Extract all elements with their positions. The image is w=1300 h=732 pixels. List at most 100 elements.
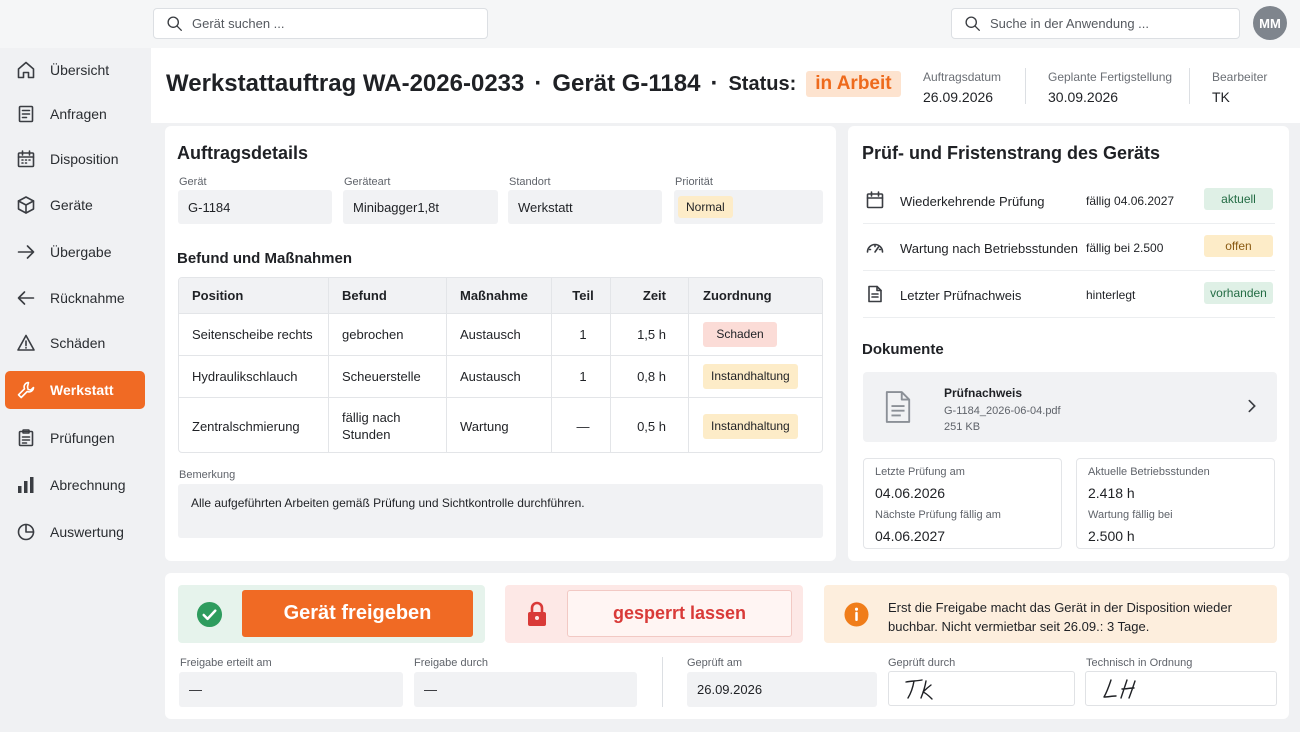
sidebar-item-pruefungen[interactable]: Prüfungen <box>5 419 145 457</box>
status-badge: vorhanden <box>1204 282 1273 304</box>
meta-value: TK <box>1212 89 1230 105</box>
field-label: Standort <box>509 176 551 188</box>
info-label: Wartung fällig bei <box>1088 509 1173 521</box>
cell-position: Hydraulikschlauch <box>192 369 298 384</box>
cell-position: Zentralschmierung <box>192 418 300 434</box>
app-search-placeholder: Suche in der Anwendung ... <box>990 16 1150 31</box>
priority-field[interactable]: Normal <box>674 190 823 224</box>
order-details-card: Auftragsdetails Gerät G-1184 Geräteart M… <box>165 126 836 561</box>
inspection-row[interactable]: Wiederkehrende Prüfung fällig 04.06.2027… <box>863 177 1275 224</box>
wrench-icon <box>17 381 35 399</box>
sidebar-item-ruecknahme[interactable]: Rücknahme <box>5 279 145 317</box>
cell-position: Seitenscheibe rechts <box>192 327 313 342</box>
search-icon <box>167 16 182 31</box>
cell-befund: gebrochen <box>342 327 404 342</box>
cell-zuordnung: Instandhaltung <box>703 356 798 397</box>
status-badge: in Arbeit <box>806 71 901 97</box>
sidebar-item-abrechnung[interactable]: Abrechnung <box>5 466 145 504</box>
sidebar-item-disposition[interactable]: Disposition <box>5 140 145 178</box>
release-notice: Erst die Freigabe macht das Gerät in der… <box>824 585 1277 643</box>
clipboard-icon <box>18 429 34 447</box>
keep-locked-button[interactable]: gesperrt lassen <box>567 590 792 637</box>
cell-befund: fällig nach Stunden <box>342 410 401 442</box>
table-row[interactable]: Zentralschmierung fällig nach Stunden Wa… <box>179 398 822 452</box>
table-row[interactable]: Hydraulikschlauch Scheuerstelle Austausc… <box>179 356 822 398</box>
column-header: Position <box>192 288 244 303</box>
divider <box>1025 68 1026 104</box>
assignee: Bearbeiter TK <box>1212 70 1267 105</box>
priority-badge: Normal <box>678 196 733 218</box>
lock-icon <box>528 601 546 626</box>
check-circle-icon <box>196 601 223 628</box>
remark-label: Bemerkung <box>179 469 236 481</box>
field-label: Geprüft durch <box>888 657 956 669</box>
document-filename: G-1184_2026-06-04.pdf <box>944 405 1061 417</box>
box-icon <box>17 196 35 214</box>
document-item[interactable]: Prüfnachweis G-1184_2026-06-04.pdf 251 K… <box>863 372 1277 442</box>
arrow-left-icon <box>17 291 35 305</box>
info-label: Aktuelle Betriebsstunden <box>1088 466 1210 478</box>
checked-date-field[interactable]: 26.09.2026 <box>687 672 877 707</box>
status-badge: offen <box>1204 235 1273 257</box>
inspection-name: Wiederkehrende Prüfung <box>900 194 1045 209</box>
technically-ok-signature-field[interactable] <box>1085 671 1277 706</box>
sidebar-item-schaeden[interactable]: Schäden <box>5 324 145 362</box>
warning-icon <box>17 334 35 351</box>
notice-line: buchbar. Nicht vermietbar seit 26.09.: 3… <box>888 619 1150 634</box>
sidebar-item-auswertung[interactable]: Auswertung <box>5 513 145 551</box>
info-value: 2.418 h <box>1088 485 1135 501</box>
order-number: Werkstattauftrag WA-2026-0233 <box>166 70 525 97</box>
assignment-badge-maintenance: Instandhaltung <box>703 413 798 439</box>
sidebar-item-uebersicht[interactable]: Übersicht <box>5 51 145 89</box>
info-value: 2.500 h <box>1088 528 1135 544</box>
sidebar-item-anfragen[interactable]: Anfragen <box>5 95 145 133</box>
page-header: Werkstattauftrag WA-2026-0233 · Gerät G-… <box>151 48 1300 123</box>
app-search-input[interactable]: Suche in der Anwendung ... <box>951 8 1240 39</box>
cell-befund: Scheuerstelle <box>342 369 421 384</box>
column-divider <box>610 278 611 452</box>
meta-label: Auftragsdatum <box>923 70 1002 84</box>
document-size: 251 KB <box>944 421 981 433</box>
sidebar-item-label: Schäden <box>50 335 106 351</box>
table-row[interactable]: Seitenscheibe rechts gebrochen Austausch… <box>179 314 822 356</box>
release-date-field[interactable]: — <box>179 672 403 707</box>
inspection-due: fällig bei 2.500 <box>1086 241 1164 255</box>
home-icon <box>17 61 35 79</box>
sidebar-item-label: Übergabe <box>50 244 112 260</box>
released-by-field[interactable]: — <box>414 672 637 707</box>
sidebar-item-geraete[interactable]: Geräte <box>5 186 145 224</box>
meta-label: Geplante Fertigstellung <box>1048 70 1173 84</box>
location-field[interactable]: Werkstatt <box>508 190 662 224</box>
cell-massnahme: Austausch <box>460 369 521 384</box>
documents-title: Dokumente <box>862 341 944 358</box>
sidebar-item-uebergabe[interactable]: Übergabe <box>5 233 145 271</box>
sidebar-item-werkstatt[interactable]: Werkstatt <box>5 371 145 409</box>
findings-table: Position Befund Maßnahme Teil Zeit Zuord… <box>178 277 823 453</box>
file-icon <box>868 285 882 303</box>
remark-field[interactable]: Alle aufgeführten Arbeiten gemäß Prüfung… <box>178 484 823 538</box>
checked-by-signature-field[interactable] <box>888 671 1075 706</box>
meta-value: 26.09.2026 <box>923 89 994 105</box>
gauge-icon <box>866 243 884 253</box>
device-search-input[interactable]: Gerät suchen ... <box>153 8 488 39</box>
column-header: Teil <box>572 288 594 303</box>
info-label: Letzte Prüfung am <box>875 466 965 478</box>
release-device-button[interactable]: Gerät freigeben <box>242 590 473 637</box>
inspection-row[interactable]: Wartung nach Betriebsstunden fällig bei … <box>863 224 1275 271</box>
meta-label: Bearbeiter <box>1212 70 1268 84</box>
sidebar: Übersicht Anfragen Disposition Geräte Üb… <box>0 48 151 732</box>
status-badge: aktuell <box>1204 188 1273 210</box>
title-separator: · <box>534 70 543 97</box>
field-label: Technisch in Ordnung <box>1086 657 1193 669</box>
info-label: Nächste Prüfung fällig am <box>875 509 1001 521</box>
planned-completion: Geplante Fertigstellung 30.09.2026 <box>1048 70 1172 105</box>
document-icon <box>18 105 34 123</box>
cell-zuordnung: Schaden <box>703 314 777 355</box>
info-icon <box>844 602 869 627</box>
device-field[interactable]: G-1184 <box>178 190 332 224</box>
user-avatar[interactable]: MM <box>1253 6 1287 40</box>
inspection-row[interactable]: Letzter Prüfnachweis hinterlegt vorhande… <box>863 271 1275 318</box>
notice-line: Erst die Freigabe macht das Gerät in der… <box>888 600 1232 615</box>
device-type-field[interactable]: Minibagger1,8t <box>343 190 498 224</box>
cell-zeit: 0,5 h <box>637 418 666 434</box>
